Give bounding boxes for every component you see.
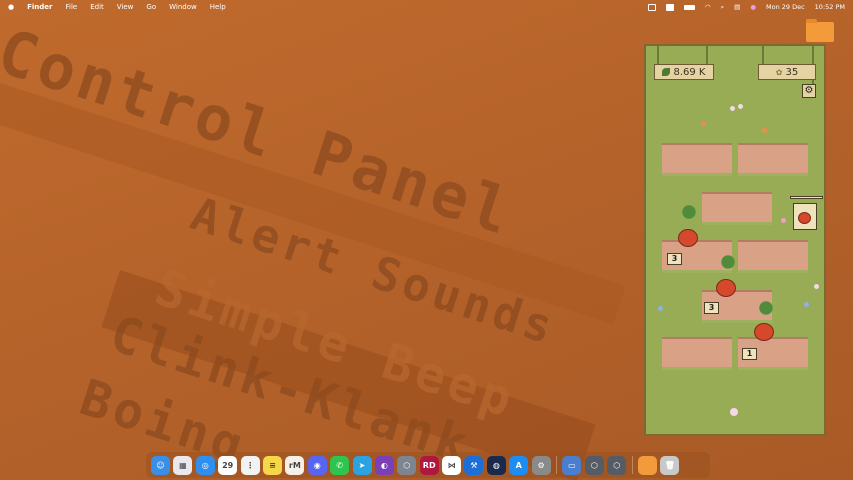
flower: [730, 408, 738, 416]
dock-system-settings-icon[interactable]: ⚙: [531, 455, 551, 475]
dock-unity-hub-icon[interactable]: ⬡: [397, 455, 417, 475]
search-icon[interactable]: ⌕: [721, 3, 725, 12]
menu-help[interactable]: Help: [210, 3, 226, 11]
soil-plot[interactable]: [738, 143, 808, 176]
dock-safari-icon[interactable]: ◎: [195, 455, 215, 475]
tomato-icon: [798, 212, 811, 224]
dock-unity-icon[interactable]: ⬡: [607, 455, 627, 475]
dock-xcode-icon[interactable]: ⚒: [464, 455, 484, 475]
tomato-plant[interactable]: [754, 323, 774, 341]
screen-record-icon[interactable]: [647, 3, 656, 11]
tomato-plant[interactable]: [678, 229, 698, 247]
seed-icon: ✿: [775, 67, 783, 77]
harvest-count-tag: 3: [667, 253, 682, 265]
flower: [804, 302, 809, 307]
soil-plot[interactable]: [662, 143, 732, 176]
siri-icon[interactable]: ●: [750, 3, 756, 11]
control-center-icon[interactable]: ▤: [734, 3, 740, 11]
soil-plot[interactable]: [662, 337, 732, 370]
currency-sign: 8.69 K: [654, 64, 714, 80]
leaf-icon: [662, 68, 671, 76]
menu-view[interactable]: View: [117, 3, 134, 11]
dock-calendar-icon[interactable]: 29: [218, 455, 238, 475]
flower: [730, 106, 735, 111]
soil-plot[interactable]: [702, 192, 772, 225]
dock-unity-icon[interactable]: ⬡: [584, 455, 604, 475]
clock-time[interactable]: 10:52 PM: [815, 3, 845, 11]
dock-app-store-icon[interactable]: A: [509, 455, 529, 475]
dock-folder-icon[interactable]: [637, 455, 657, 475]
dock-trash-icon[interactable]: 🗑: [660, 455, 680, 475]
tomato-plant-leaves: [676, 202, 702, 222]
soil-plot[interactable]: [738, 240, 808, 273]
menu-finder[interactable]: Finder: [27, 3, 52, 11]
menu-edit[interactable]: Edit: [90, 3, 104, 11]
dock-finder-icon[interactable]: ☺: [151, 455, 170, 475]
flower: [781, 218, 786, 223]
flower: [658, 306, 663, 311]
dock-separator: [631, 456, 633, 474]
dock-discord-icon[interactable]: ◉: [307, 455, 327, 475]
dock-steam-icon[interactable]: ◍: [486, 455, 506, 475]
dock-remember-icon[interactable]: rM: [285, 455, 305, 475]
menu-bar: ● Finder File Edit View Go Window Help ◠…: [0, 0, 853, 14]
dock-whatsapp-icon[interactable]: ✆: [330, 455, 350, 475]
dock-launchpad-icon[interactable]: ▦: [173, 455, 193, 475]
dock-github-desktop-icon[interactable]: ◐: [374, 455, 394, 475]
dock-notes-icon[interactable]: ≡: [262, 455, 282, 475]
dock-rider-icon[interactable]: RD: [419, 455, 439, 475]
dock-reminders-icon[interactable]: ⋮: [240, 455, 260, 475]
tomato-plant-leaves: [753, 298, 779, 318]
menu-file[interactable]: File: [65, 3, 77, 11]
battery-icon[interactable]: [683, 4, 695, 10]
apple-menu-icon[interactable]: ●: [8, 3, 14, 11]
wifi-icon[interactable]: ◠: [705, 3, 711, 11]
dock-telegram-icon[interactable]: ➤: [352, 455, 372, 475]
menu-go[interactable]: Go: [146, 3, 156, 11]
tomato-shop-sign[interactable]: [793, 203, 817, 230]
harvest-count-tag: 3: [704, 302, 719, 314]
seeds-sign: ✿ 35: [758, 64, 816, 80]
shop-sign-bar: [790, 196, 823, 199]
menu-window[interactable]: Window: [169, 3, 197, 11]
input-a-icon[interactable]: [665, 3, 674, 11]
dock: ☺ ▦ ◎ 29 ⋮ ≡ rM ◉ ✆ ➤ ◐ ⬡ RD ⋈ ⚒ ◍ A ⚙ ▭ ⬡ ⬡ 🗑: [146, 452, 710, 478]
harvest-count-tag: 1: [742, 348, 757, 360]
dock-separator: [556, 456, 558, 474]
flower: [701, 121, 706, 126]
clock-date[interactable]: Mon 29 Dec: [766, 3, 805, 11]
tomato-plant[interactable]: [716, 279, 736, 297]
settings-gear-icon[interactable]: ⚙: [802, 84, 816, 98]
dock-vs-code-icon[interactable]: ⋈: [442, 455, 462, 475]
flower: [762, 128, 767, 133]
seeds-value: 35: [785, 66, 799, 78]
dock-app-icon[interactable]: ▭: [562, 455, 582, 475]
flower: [738, 104, 743, 109]
tomato-plant-leaves: [715, 252, 741, 272]
flower: [814, 284, 819, 289]
currency-value: 8.69 K: [673, 66, 706, 78]
desktop-folder-icon[interactable]: [806, 19, 834, 42]
